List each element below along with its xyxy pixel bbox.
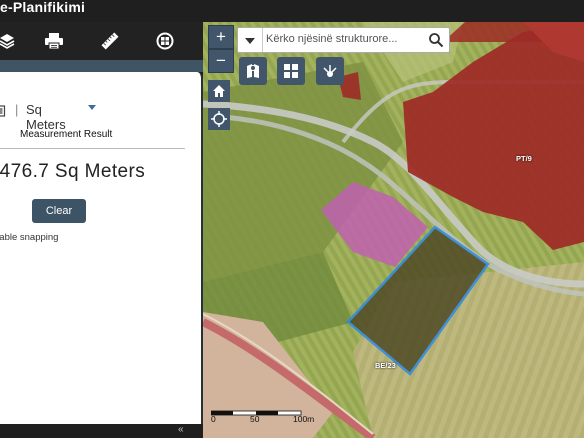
share-tool-button[interactable] bbox=[316, 57, 344, 85]
main-toolbar bbox=[0, 22, 203, 60]
locate-icon bbox=[211, 111, 227, 127]
map-view[interactable]: PT/9 BE/23 + − 0 50 100m bbox=[203, 22, 584, 438]
title-bar: e-Planifikimi bbox=[0, 0, 584, 22]
panel-header-strip bbox=[0, 60, 203, 72]
grid-icon bbox=[284, 64, 298, 78]
parcel-label-be23: BE/23 bbox=[375, 361, 396, 370]
scale-label-0: 0 bbox=[211, 414, 216, 424]
scale-label-100m: 100m bbox=[293, 414, 315, 424]
home-icon bbox=[213, 85, 225, 97]
measure-ruler-icon[interactable] bbox=[97, 28, 123, 54]
legend-tool-button[interactable] bbox=[239, 57, 267, 85]
share-icon bbox=[323, 65, 337, 77]
clear-button[interactable]: Clear bbox=[32, 199, 86, 223]
print-icon[interactable] bbox=[41, 28, 67, 54]
home-button[interactable] bbox=[208, 80, 230, 102]
zoom-in-button[interactable]: + bbox=[208, 25, 234, 49]
scale-bar: 0 50 100m bbox=[211, 410, 321, 438]
measurement-result-value: ,476.7 Sq Meters bbox=[0, 161, 146, 182]
search-source-dropdown[interactable] bbox=[238, 28, 263, 52]
overview-tool-button[interactable] bbox=[277, 57, 305, 85]
layers-icon[interactable] bbox=[0, 28, 20, 54]
search-input[interactable] bbox=[266, 30, 421, 48]
basemap-gallery-icon[interactable] bbox=[152, 28, 178, 54]
locate-button[interactable] bbox=[208, 108, 230, 130]
area-tool-icon[interactable] bbox=[0, 105, 6, 117]
zoom-out-button[interactable]: − bbox=[208, 49, 234, 73]
chevron-down-icon bbox=[245, 38, 255, 44]
measurement-panel: | Sq Meters Measurement Result ,476.7 Sq… bbox=[0, 72, 203, 424]
app-title: e-Planifikimi bbox=[0, 0, 86, 15]
measurement-result-label: Measurement Result bbox=[20, 129, 113, 140]
parcel-label-pt9: PT/9 bbox=[516, 154, 532, 163]
unit-label[interactable]: Sq Meters bbox=[26, 102, 66, 132]
chevron-down-icon[interactable] bbox=[88, 105, 96, 110]
enable-snapping-hint: nable snapping bbox=[0, 232, 59, 243]
scale-label-50: 50 bbox=[250, 414, 260, 424]
map-legend-icon bbox=[247, 64, 259, 78]
divider bbox=[0, 148, 185, 149]
collapse-panel-button[interactable]: « bbox=[178, 424, 184, 435]
search-box bbox=[237, 27, 450, 53]
panel-footer: « bbox=[0, 424, 203, 438]
unit-separator: | bbox=[15, 102, 19, 117]
search-icon[interactable] bbox=[428, 32, 444, 48]
